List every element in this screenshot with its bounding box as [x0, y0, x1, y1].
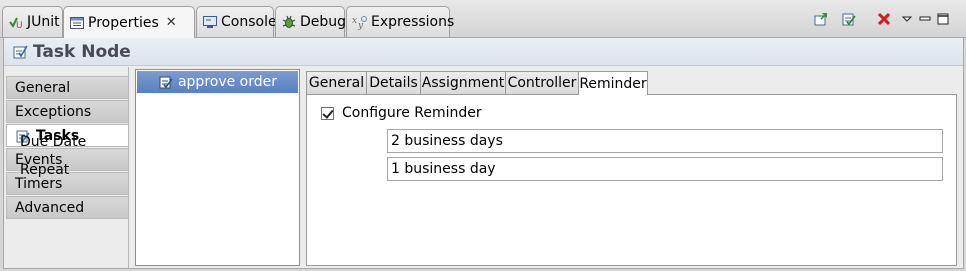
properties-view: Task Node General Exceptions Tasks Event…: [3, 38, 964, 269]
view-menu-icon[interactable]: [900, 8, 914, 30]
configure-reminder-row: Configure Reminder: [321, 105, 482, 121]
remove-icon[interactable]: [873, 8, 895, 30]
section-label: General: [15, 79, 71, 96]
tab-label: Expressions: [371, 14, 455, 30]
edit-icon[interactable]: [838, 8, 860, 30]
page-title: Task Node: [33, 41, 131, 62]
tab-controller[interactable]: Controller: [505, 71, 579, 94]
task-list[interactable]: approve order: [135, 69, 300, 266]
section-label: Advanced: [15, 199, 85, 216]
section-exceptions[interactable]: Exceptions: [6, 100, 129, 123]
tab-label: Properties: [88, 14, 159, 31]
section-label: Exceptions: [15, 103, 92, 120]
tab-label: JUnit: [27, 14, 60, 30]
maximize-icon[interactable]: [936, 8, 950, 30]
tab-console[interactable]: Console: [196, 6, 277, 37]
tab-reminder[interactable]: Reminder: [578, 71, 648, 95]
section-divider: [128, 67, 129, 268]
list-item[interactable]: approve order: [137, 71, 298, 93]
section-advanced[interactable]: Advanced: [6, 196, 129, 219]
svg-text:y: y: [357, 21, 364, 30]
tab-debug[interactable]: Debug: [275, 6, 347, 37]
view-tab-bar: U JUnit Properties ✕ Console Debug xy Ex…: [0, 0, 966, 38]
properties-icon: [69, 15, 85, 31]
due-date-field[interactable]: [387, 129, 943, 153]
expressions-icon: xy: [352, 14, 368, 31]
tab-label: General: [308, 75, 365, 91]
tab-label: Console: [221, 14, 277, 30]
tab-label: Assignment: [421, 75, 505, 91]
due-date-label: Due Date: [20, 134, 87, 150]
minimize-icon[interactable]: [918, 8, 932, 30]
task-label: approve order: [177, 74, 278, 90]
tab-junit[interactable]: U JUnit: [2, 6, 63, 37]
svg-text:x: x: [352, 16, 357, 26]
repeat-field[interactable]: [387, 157, 943, 181]
tab-label: Controller: [507, 75, 577, 91]
console-icon: [202, 14, 218, 30]
view-toolbar: [810, 8, 960, 30]
svg-text:U: U: [16, 21, 23, 30]
junit-icon: U: [8, 14, 24, 31]
page-header: Task Node: [4, 38, 963, 66]
repeat-label: Repeat: [20, 162, 70, 178]
configure-reminder-label: Configure Reminder: [342, 105, 482, 121]
tab-label: Debug: [300, 14, 347, 30]
tab-details[interactable]: Details: [366, 71, 421, 94]
task-icon: [158, 74, 174, 90]
tab-label: Details: [369, 75, 418, 91]
tab-properties[interactable]: Properties ✕: [63, 6, 195, 38]
tab-expressions[interactable]: xy Expressions: [346, 6, 454, 37]
task-node-icon: [12, 44, 28, 60]
tab-assignment[interactable]: Assignment: [420, 71, 506, 94]
debug-icon: [281, 14, 297, 30]
configure-reminder-checkbox[interactable]: [321, 106, 334, 120]
tab-label: Reminder: [579, 75, 647, 92]
close-icon[interactable]: ✕: [166, 15, 177, 30]
pin-icon[interactable]: [810, 8, 832, 30]
tab-general[interactable]: General: [306, 71, 367, 94]
section-general[interactable]: General: [6, 76, 129, 99]
